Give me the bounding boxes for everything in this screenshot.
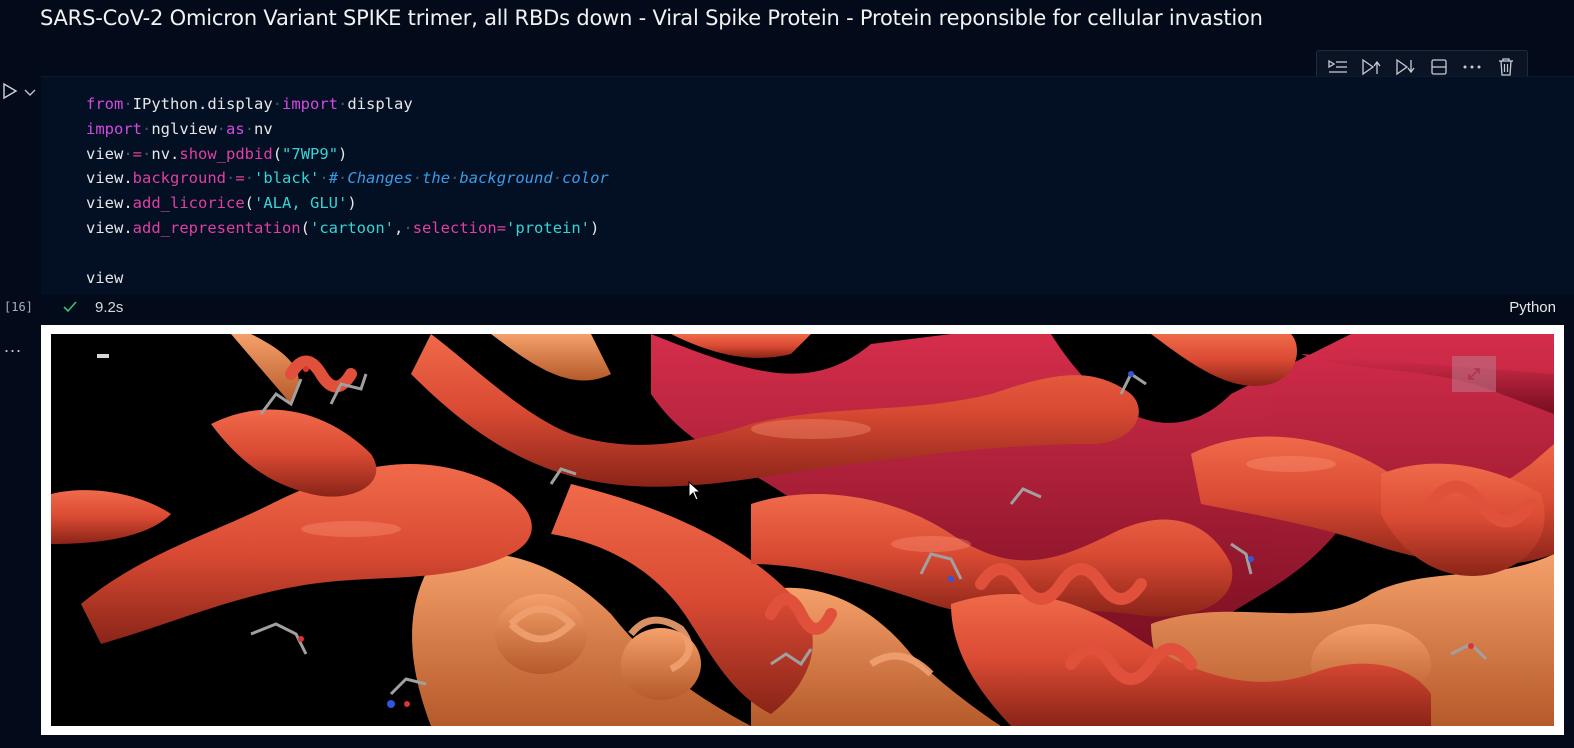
success-check-icon <box>62 300 78 319</box>
delete-cell-icon <box>1499 58 1514 76</box>
execute-above-icon <box>1362 58 1382 76</box>
chevron-down-icon <box>24 89 36 96</box>
fullscreen-button[interactable] <box>1452 356 1496 392</box>
run-options-button[interactable] <box>24 84 36 102</box>
more-actions-icon <box>1463 65 1481 69</box>
protein-structure-render <box>51 334 1554 726</box>
kernel-language[interactable]: Python <box>1509 299 1556 316</box>
code-line: import·nglview·as·nv <box>86 119 273 138</box>
code-line: from·IPython.display·import·display <box>86 95 413 113</box>
run-by-line-icon <box>1328 59 1347 73</box>
markdown-title: SARS-CoV-2 Omicron Variant SPIKE trimer,… <box>40 6 1263 30</box>
split-cell-icon <box>1431 59 1447 75</box>
code-line: view.add_licorice('ALA, GLU') <box>86 194 357 213</box>
output-frame <box>41 325 1564 735</box>
code-line: view.add_representation('cartoon',·selec… <box>86 218 600 237</box>
execution-count: [16] <box>4 300 33 314</box>
output-more-actions-button[interactable]: ... <box>4 336 22 357</box>
minimize-button[interactable] <box>97 354 109 358</box>
run-icon <box>3 82 18 100</box>
code-line: view <box>86 268 124 287</box>
nglview-viewer[interactable] <box>51 334 1554 726</box>
expand-icon <box>1468 368 1480 380</box>
execute-below-icon <box>1396 58 1415 76</box>
mouse-cursor-icon <box>688 480 702 506</box>
code-editor[interactable]: from·IPython.display·import·display impo… <box>86 92 609 290</box>
run-cell-button[interactable] <box>2 82 18 105</box>
code-line: view.background·=·'black'·#·Changes·the·… <box>86 169 609 188</box>
code-line: view·=·nv.show_pdbid("7WP9") <box>86 144 348 163</box>
execution-time: 9.2s <box>95 299 124 316</box>
